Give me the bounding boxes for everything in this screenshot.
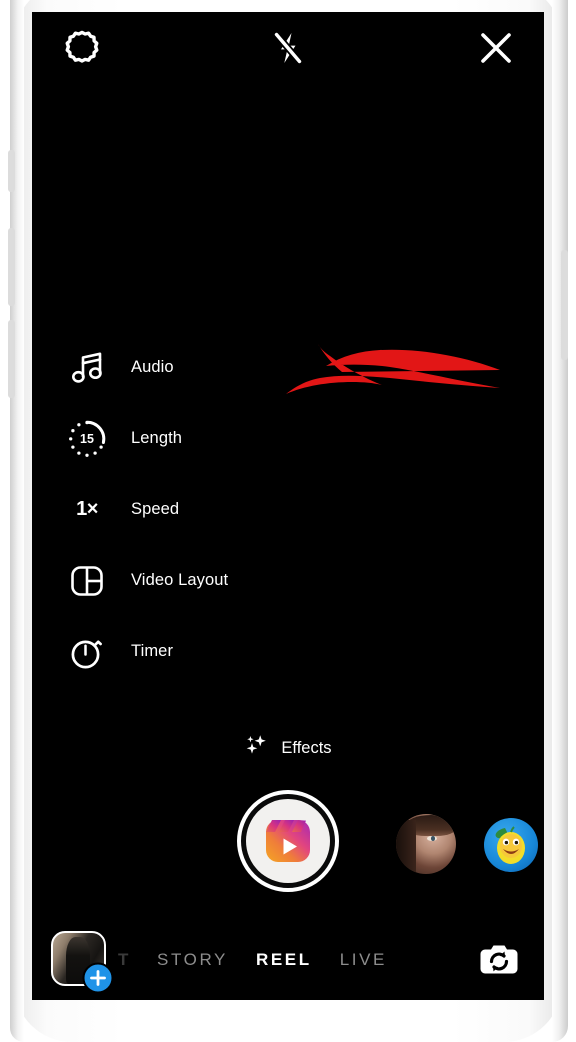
tool-label-timer: Timer: [131, 642, 174, 660]
layout-grid-icon: [61, 555, 113, 607]
effect-thumbnail-2[interactable]: [484, 818, 538, 872]
tool-label-speed: Speed: [131, 500, 180, 518]
creative-tools-menu: Audio 15 Length 1× Speed Video Layout Ti…: [32, 332, 292, 687]
phone-frame: Audio 15 Length 1× Speed Video Layout Ti…: [0, 0, 576, 1042]
record-reel-button[interactable]: [237, 790, 339, 892]
tool-label-audio: Audio: [131, 358, 174, 376]
mode-tab-live[interactable]: LIVE: [340, 950, 387, 970]
effect-face-eye: [427, 835, 438, 841]
speed-value: 1×: [76, 498, 98, 520]
phone-right-edge: [552, 0, 568, 1042]
flash-off-icon[interactable]: [264, 24, 312, 72]
effect-thumbnail-1[interactable]: [396, 814, 456, 874]
tool-item-speed[interactable]: 1× Speed: [32, 474, 292, 545]
clock-duration-icon: 15: [61, 413, 113, 465]
mode-tabs: POST STORY REEL LIVE: [118, 920, 454, 1000]
stopwatch-icon: [61, 626, 113, 678]
volume-up-button[interactable]: [8, 228, 15, 306]
mode-tab-post[interactable]: POST: [118, 950, 131, 970]
annotation-arrow-icon: [268, 308, 508, 408]
mode-tab-story[interactable]: STORY: [157, 950, 228, 970]
speed-icon: 1×: [61, 484, 113, 536]
gallery-button[interactable]: [51, 931, 114, 994]
flip-camera-icon[interactable]: [475, 936, 523, 984]
effect-face-shadow: [396, 820, 417, 874]
length-value: 15: [80, 431, 94, 446]
tool-item-audio[interactable]: Audio: [32, 332, 292, 403]
camera-screen: Audio 15 Length 1× Speed Video Layout Ti…: [32, 12, 544, 1000]
close-icon[interactable]: [472, 24, 520, 72]
tool-label-video-layout: Video Layout: [131, 571, 229, 589]
tool-item-timer[interactable]: Timer: [32, 616, 292, 687]
plus-icon[interactable]: [82, 962, 114, 994]
bottom-nav: POST STORY REEL LIVE: [32, 920, 544, 1000]
gear-icon[interactable]: [58, 24, 106, 72]
mode-tab-reel[interactable]: REEL: [256, 950, 312, 970]
top-bar: [32, 12, 544, 84]
power-button[interactable]: [561, 250, 568, 360]
reels-clapperboard-icon: [246, 799, 330, 883]
music-note-icon: [61, 342, 113, 394]
effects-label: Effects: [281, 738, 332, 757]
tool-item-length[interactable]: 15 Length: [32, 403, 292, 474]
sparkles-icon: [244, 733, 270, 764]
tool-item-video-layout[interactable]: Video Layout: [32, 545, 292, 616]
mute-switch-button[interactable]: [8, 150, 15, 192]
effects-button[interactable]: Effects: [32, 728, 544, 768]
tool-label-length: Length: [131, 429, 183, 447]
volume-down-button[interactable]: [8, 320, 15, 398]
capture-row: [32, 790, 544, 892]
